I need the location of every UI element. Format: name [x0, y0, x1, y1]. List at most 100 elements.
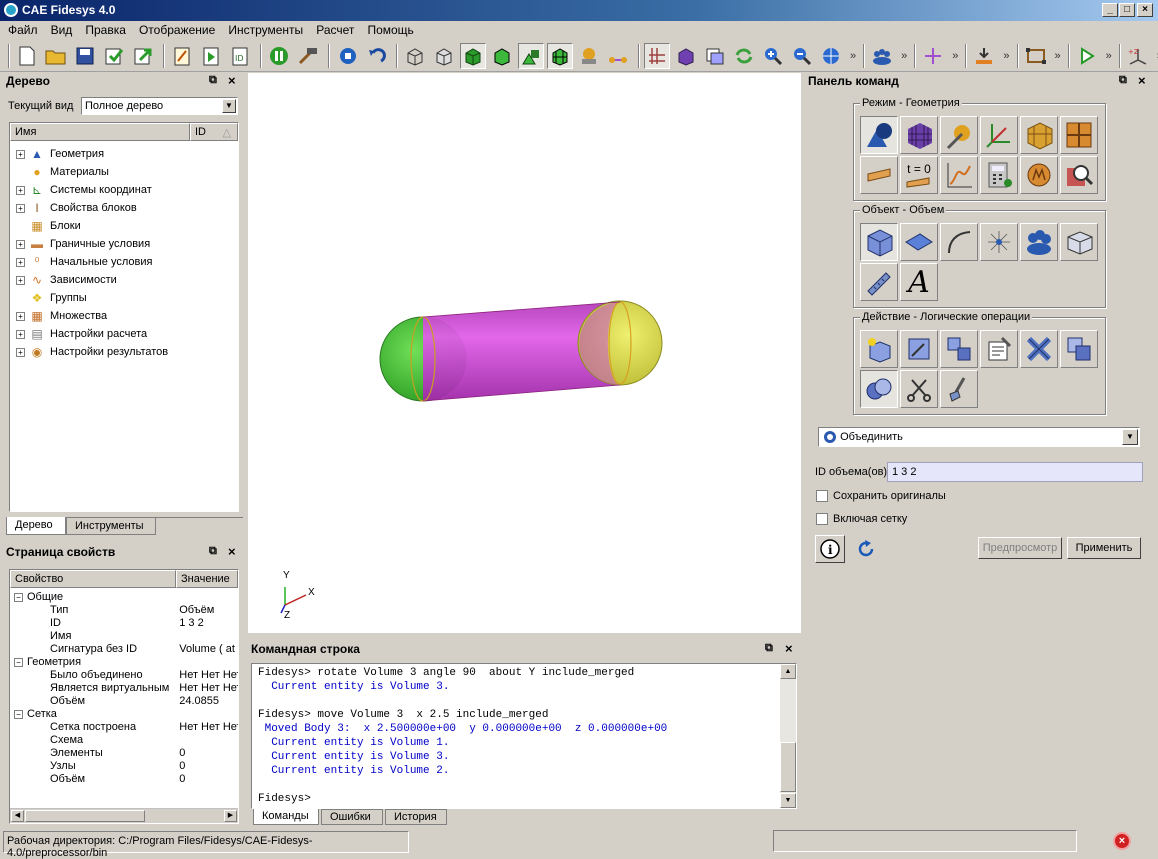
error-indicator-icon[interactable]: ×: [1113, 832, 1131, 850]
menu-display[interactable]: Отображение: [139, 23, 215, 37]
property-row[interactable]: Имя: [14, 630, 238, 643]
minimize-button[interactable]: _: [1102, 3, 1118, 17]
chevron-down-icon[interactable]: ▼: [222, 99, 236, 113]
run-script-icon[interactable]: [198, 43, 224, 69]
scroll-right-icon[interactable]: ▶: [224, 810, 237, 822]
new-file-icon[interactable]: [14, 43, 40, 69]
maximize-button[interactable]: □: [1119, 3, 1135, 17]
clipping-plane-icon[interactable]: [702, 43, 728, 69]
property-row[interactable]: ID 1 3 2: [14, 617, 238, 630]
object-group-button[interactable]: [1060, 223, 1098, 261]
expand-plus-icon[interactable]: +: [16, 257, 25, 267]
axes-grid-icon[interactable]: [644, 42, 670, 69]
mode-coordinate-systems-button[interactable]: [980, 116, 1018, 154]
tree-col-name[interactable]: Имя: [10, 123, 190, 141]
console-close-icon[interactable]: ×: [785, 641, 793, 656]
scroll-thumb[interactable]: [25, 810, 145, 822]
node-display-icon[interactable]: [605, 43, 631, 69]
action-properties-button[interactable]: [980, 330, 1018, 368]
import-down-icon[interactable]: [971, 43, 997, 69]
action-cleanup-button[interactable]: [940, 370, 978, 408]
object-vertex-button[interactable]: [980, 223, 1018, 261]
chevron-down-icon[interactable]: ▼: [1122, 429, 1138, 445]
collapse-minus-icon[interactable]: −: [14, 709, 23, 719]
expand-plus-icon[interactable]: +: [16, 329, 25, 339]
tools-hammer-icon[interactable]: [295, 43, 321, 69]
info-button[interactable]: i: [815, 535, 845, 563]
reset-icon[interactable]: [855, 538, 877, 563]
property-row[interactable]: Элементы 0: [14, 747, 238, 760]
undo-icon[interactable]: [363, 43, 389, 69]
export-icon[interactable]: [130, 43, 156, 69]
object-surface-button[interactable]: [900, 223, 938, 261]
groups-toolbar-icon[interactable]: [869, 43, 895, 69]
tree-panel-float-icon[interactable]: ⧉: [209, 74, 217, 87]
command-panel-float-icon[interactable]: ⧉: [1119, 74, 1127, 87]
action-copy-button[interactable]: [1060, 330, 1098, 368]
hidden-line-cube-icon[interactable]: [431, 43, 457, 69]
props-panel-float-icon[interactable]: ⧉: [209, 545, 217, 558]
3d-viewport[interactable]: Y X Z: [248, 73, 801, 633]
id-script-icon[interactable]: ID: [227, 43, 253, 69]
preview-button[interactable]: Предпросмотр: [978, 537, 1062, 559]
property-category[interactable]: − Геометрия: [14, 656, 238, 669]
scroll-down-icon[interactable]: ▼: [780, 793, 796, 808]
mode-initial-conditions-button[interactable]: t = 0: [900, 156, 938, 194]
tree-item[interactable]: + ∿ Зависимости: [16, 271, 236, 289]
open-folder-icon[interactable]: [43, 43, 69, 69]
props-col-value[interactable]: Значение: [176, 570, 238, 588]
tree-item[interactable]: + ▤ Настройки расчета: [16, 325, 236, 343]
object-body-button[interactable]: [1020, 223, 1058, 261]
toolbar-overflow-chevron-icon[interactable]: »: [850, 50, 856, 62]
property-category[interactable]: − Сетка: [14, 708, 238, 721]
zoom-in-icon[interactable]: [760, 43, 786, 69]
property-row[interactable]: Является виртуальным Нет Нет Нет: [14, 682, 238, 695]
property-category[interactable]: − Общие: [14, 591, 238, 604]
property-row[interactable]: Было объединено Нет Нет Нет: [14, 669, 238, 682]
property-row[interactable]: Узлы 0: [14, 760, 238, 773]
console-scroll-thumb[interactable]: [780, 742, 796, 792]
expand-plus-icon[interactable]: +: [16, 185, 25, 195]
console-output[interactable]: Fidesys> rotate Volume 3 angle 90 about …: [251, 663, 797, 809]
mode-blocks-button[interactable]: [1020, 116, 1058, 154]
property-row[interactable]: Объём 24.0855: [14, 695, 238, 708]
mode-calc-settings-button[interactable]: [980, 156, 1018, 194]
toolbar-overflow-chevron-icon[interactable]: »: [1106, 50, 1112, 62]
action-modify-button[interactable]: [900, 330, 938, 368]
tab-tree[interactable]: Дерево: [6, 517, 66, 535]
wireframe-cube-icon[interactable]: [402, 43, 428, 69]
tree-item[interactable]: ● Материалы: [16, 163, 236, 181]
tree-col-id[interactable]: ID △: [190, 123, 238, 141]
tree-item[interactable]: + ◉ Настройки результатов: [16, 343, 236, 361]
toolbar-overflow-chevron-icon[interactable]: »: [952, 50, 958, 62]
menu-file[interactable]: Файл: [8, 23, 38, 37]
console-float-icon[interactable]: ⧉: [765, 642, 773, 655]
mode-boundary-conditions-button[interactable]: [860, 156, 898, 194]
action-cut-button[interactable]: [900, 370, 938, 408]
operation-select[interactable]: Объединить ▼: [818, 427, 1140, 447]
geometry-display-icon[interactable]: [518, 42, 544, 69]
refresh-icon[interactable]: [731, 43, 757, 69]
tree-item[interactable]: + ▬ Граничные условия: [16, 235, 236, 253]
mode-materials-button[interactable]: [940, 116, 978, 154]
keep-originals-checkbox[interactable]: Сохранить оригиналы: [816, 490, 946, 503]
tree-item[interactable]: ▦ Блоки: [16, 217, 236, 235]
menu-calc[interactable]: Расчет: [316, 23, 354, 37]
apply-button[interactable]: Применить: [1067, 537, 1141, 559]
save-icon[interactable]: [72, 43, 98, 69]
run-calculation-icon[interactable]: [1074, 43, 1100, 69]
include-mesh-checkbox[interactable]: Включая сетку: [816, 513, 907, 526]
tab-history[interactable]: История: [385, 809, 447, 825]
tree-item[interactable]: ❖ Группы: [16, 289, 236, 307]
object-volume-button[interactable]: [860, 223, 898, 261]
tree-item[interactable]: + ▲ Геометрия: [16, 145, 236, 163]
zoom-out-icon[interactable]: [789, 43, 815, 69]
close-window-button[interactable]: ×: [1137, 3, 1153, 17]
tree-item[interactable]: + I Свойства блоков: [16, 199, 236, 217]
object-curve-button[interactable]: [940, 223, 978, 261]
coordinate-axes-icon[interactable]: +Z: [1125, 43, 1151, 69]
property-row[interactable]: Тип Объём: [14, 604, 238, 617]
object-text-button[interactable]: A: [900, 263, 938, 301]
scroll-up-icon[interactable]: ▲: [780, 664, 796, 679]
console-vscrollbar[interactable]: ▲ ▼: [780, 664, 796, 808]
